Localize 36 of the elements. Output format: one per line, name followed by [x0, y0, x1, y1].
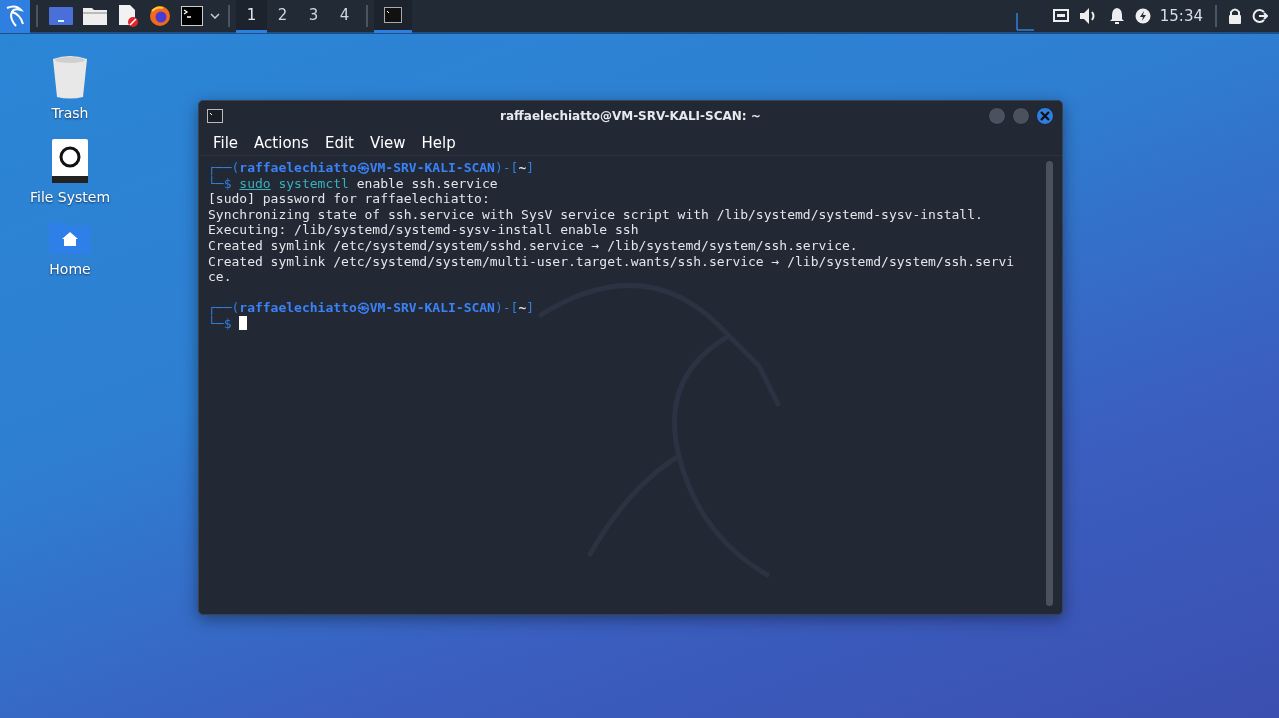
menu-item[interactable]: Edit — [316, 134, 362, 152]
activity-graph-icon — [1015, 13, 1034, 31]
terminal-line: Created symlink /etc/systemd/system/multi-user.target.wants/ssh.service → /lib/systemd/system/ssh.servi — [208, 253, 1015, 270]
workspace-button[interactable]: 2 — [267, 0, 298, 33]
menu-item[interactable]: File — [205, 134, 247, 152]
desktop-icon-label[interactable]: File System — [29, 189, 111, 205]
drive-icon — [52, 139, 88, 183]
app-menu-button[interactable] — [0, 0, 30, 33]
terminal-line: Created symlink /etc/systemd/system/sshd.service → /lib/systemd/system/ssh.service. — [208, 237, 858, 254]
terminal-icon — [384, 6, 402, 23]
scrollbar[interactable] — [1046, 161, 1053, 606]
cursor — [239, 315, 248, 330]
trash-icon — [51, 55, 89, 99]
desktop-icon-label[interactable]: Trash — [51, 105, 89, 121]
workspace-button[interactable]: 3 — [298, 0, 329, 33]
terminal-line: ┌──(raffaelechiatto㉿VM-SRV-KALI-SCAN)-[~] — [208, 160, 535, 176]
terminal-line: Synchronizing state of ssh.service with SysV service script with /lib/systemd/systemd-sysv-install. — [208, 206, 983, 223]
menu-item[interactable]: Actions — [246, 134, 317, 152]
terminal-line: ce. — [208, 269, 232, 285]
terminal-line: ┌──(raffaelechiatto㉿VM-SRV-KALI-SCAN)-[~] — [208, 300, 535, 316]
workspace-button[interactable]: 1 — [236, 0, 267, 33]
terminal-icon — [207, 109, 223, 123]
menu-item[interactable]: Help — [413, 134, 464, 152]
close-icon — [1040, 111, 1050, 121]
clock[interactable]: 15:34 — [1155, 7, 1209, 25]
terminal-line: [sudo] password for raffaelechiatto: — [208, 191, 490, 207]
close-button[interactable] — [1036, 107, 1054, 125]
terminal-line: └─$ — [208, 315, 248, 332]
home-folder-icon — [48, 223, 92, 255]
window-title: raffaelechiatto@VM-SRV-KALI-SCAN: ~ — [500, 109, 761, 123]
workspace-button[interactable]: 4 — [329, 0, 360, 33]
menu-item[interactable]: View — [361, 134, 414, 152]
terminal-line: Executing: /lib/systemd/systemd-sysv-install enable ssh — [208, 222, 639, 238]
desktop-icon-label[interactable]: Home — [49, 261, 91, 277]
terminal-line: └─$ sudo systemctl enable ssh.service — [208, 175, 498, 192]
terminal-window-button[interactable] — [374, 0, 412, 33]
